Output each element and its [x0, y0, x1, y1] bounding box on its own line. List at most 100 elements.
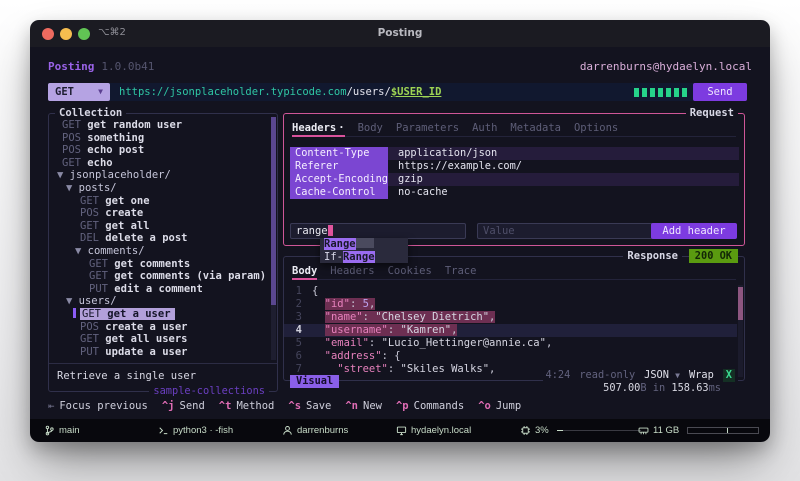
tab-body[interactable]: Body [358, 121, 383, 136]
shortcut-new[interactable]: ^nNew [345, 400, 382, 413]
response-time: 158.63 [671, 382, 708, 394]
header-row-accept-encoding[interactable]: Accept-Encodinggzip [290, 173, 739, 186]
activity-block [666, 88, 672, 97]
tree-folder-users[interactable]: ▼ users/ [49, 295, 270, 308]
folder-name: users/ [79, 295, 117, 307]
shortcut-key: ⇤ [48, 400, 54, 412]
header-row-referer[interactable]: Refererhttps://example.com/ [290, 160, 739, 173]
tree-request-create-a-user[interactable]: POS create a user [49, 321, 270, 334]
code-line-3: 3 "name": "Chelsey Dietrich", [284, 311, 737, 324]
tree-request-get-comments-via-param[interactable]: GET get comments (via param) [49, 270, 270, 283]
add-header-button[interactable]: Add header [651, 223, 737, 239]
zoom-window-button[interactable] [78, 28, 90, 40]
tree-request-echo[interactable]: GET echo [49, 157, 270, 170]
response-body-editor[interactable]: 1{2 "id": 5,3 "name": "Chelsey Dietrich"… [284, 285, 737, 376]
tree-request-get-all[interactable]: GET get all [49, 220, 270, 233]
response-scrollbar[interactable] [738, 287, 743, 320]
folder-name: comments/ [88, 245, 145, 257]
tree-request-get-one[interactable]: GET get one [49, 195, 270, 208]
header-name-input[interactable]: range [290, 223, 466, 239]
status-segment-text: 3% [535, 425, 549, 436]
cursor-position: 4:24 [546, 369, 571, 382]
tree-request-update-a-user[interactable]: PUT update a user [49, 346, 270, 359]
header-autocomplete-dropdown: RangeIf-Range [320, 238, 408, 263]
shortcut-key: ^j [162, 400, 175, 412]
tree-request-echo-post[interactable]: POS echo post [49, 144, 270, 157]
shortcut-send[interactable]: ^jSend [162, 400, 205, 413]
cpu-icon [520, 425, 531, 436]
url-input[interactable]: https://jsonplaceholder.typicode.com/use… [119, 83, 441, 101]
sidebar-scrollbar[interactable] [271, 117, 276, 305]
tree-request-get-a-user[interactable]: GET get a user [49, 308, 270, 321]
terminal-icon [158, 425, 169, 436]
request-name: get random user [87, 119, 182, 131]
app-header: Posting1.0.0b41 darrenburns@hydaelyn.loc… [48, 60, 752, 73]
wrap-checkbox[interactable]: X [723, 369, 735, 382]
shortcut-jump[interactable]: ^oJump [478, 400, 521, 413]
tab-metadata[interactable]: Metadata [510, 121, 561, 136]
user-icon [282, 425, 293, 436]
app-version: 1.0.0b41 [101, 60, 154, 73]
tab-parameters[interactable]: Parameters [396, 121, 459, 136]
tab-auth[interactable]: Auth [472, 121, 497, 136]
shortcut-commands[interactable]: ^pCommands [396, 400, 464, 413]
tree-folder-posts[interactable]: ▼ posts/ [49, 182, 270, 195]
method-select[interactable]: GET ▼ [48, 83, 110, 101]
response-tab-body[interactable]: Body [292, 264, 317, 279]
response-size: 507.00 [603, 382, 640, 394]
tree-request-create[interactable]: POS create [49, 207, 270, 220]
response-editor-controls: 4:24 read-only JSON ▼ Wrap X [543, 369, 738, 382]
shortcut-save[interactable]: ^sSave [288, 400, 331, 413]
tab-options[interactable]: Options [574, 121, 618, 136]
request-method: GET [62, 119, 87, 131]
request-panel: Request Headers·BodyParametersAuthMetada… [283, 113, 745, 246]
tree-request-get-comments[interactable]: GET get comments [49, 258, 270, 271]
request-name: edit a comment [114, 283, 203, 295]
response-panel-title: Response [623, 250, 682, 263]
wrap-toggle[interactable]: Wrap [689, 369, 714, 382]
shortcut-method[interactable]: ^tMethod [219, 400, 275, 413]
request-method: POS [62, 132, 87, 144]
send-button[interactable]: Send [693, 83, 747, 101]
request-method: PUT [89, 283, 114, 295]
code-line-2: 2 "id": 5, [284, 298, 737, 311]
tree-request-get-random-user[interactable]: GET get random user [49, 119, 270, 132]
collapse-arrow-icon: ▼ [66, 182, 79, 194]
chevron-down-icon: ▼ [675, 371, 680, 380]
code-line-6: 6 "address": { [284, 350, 737, 363]
git-branch-icon [44, 425, 55, 436]
header-row-content-type[interactable]: Content-Typeapplication/json [290, 147, 739, 160]
header-row-cache-control[interactable]: Cache-Controlno-cache [290, 186, 739, 199]
tree-folder-comments[interactable]: ▼ comments/ [49, 245, 270, 258]
autocomplete-option-if-range[interactable]: If-Range [320, 251, 408, 264]
status-segment-darrenburns: darrenburns [282, 419, 348, 442]
response-tab-headers[interactable]: Headers [330, 264, 374, 279]
shortcut-focus-previous[interactable]: ⇤Focus previous [48, 400, 148, 413]
modified-dot: · [338, 122, 344, 134]
tab-headers[interactable]: Headers· [292, 121, 345, 136]
tab-shortcut-label: ⌥⌘2 [98, 27, 126, 38]
tree-request-edit-a-comment[interactable]: PUT edit a comment [49, 283, 270, 296]
tree-request-delete-a-post[interactable]: DEL delete a post [49, 232, 270, 245]
line-number: 2 [284, 298, 302, 311]
shortcut-label: Method [236, 400, 274, 412]
tree-request-get-all-users[interactable]: GET get all users [49, 333, 270, 346]
autocomplete-option-range[interactable]: Range [320, 238, 408, 251]
request-name: create [105, 207, 143, 219]
close-window-button[interactable] [42, 28, 54, 40]
response-tab-cookies[interactable]: Cookies [388, 264, 432, 279]
tree-folder-jsonplaceholder[interactable]: ▼ jsonplaceholder/ [49, 169, 270, 182]
header-value-input[interactable]: Value [477, 223, 653, 239]
window-titlebar[interactable]: ⌥⌘2 Posting [30, 20, 770, 47]
status-segment-text: python3 · -fish [173, 425, 233, 436]
response-tab-trace[interactable]: Trace [445, 264, 477, 279]
keybinding-footer: ⇤Focus previous ^jSend ^tMethod ^sSave ^nNew… [48, 400, 760, 413]
selection-cursor [73, 308, 76, 318]
request-method: GET [80, 220, 105, 232]
tree-request-something[interactable]: POS something [49, 132, 270, 145]
chevron-down-icon: ▼ [98, 83, 103, 101]
request-panel-title: Request [686, 107, 738, 120]
request-method: GET [82, 308, 107, 320]
format-select[interactable]: JSON ▼ [644, 369, 680, 382]
minimize-window-button[interactable] [60, 28, 72, 40]
